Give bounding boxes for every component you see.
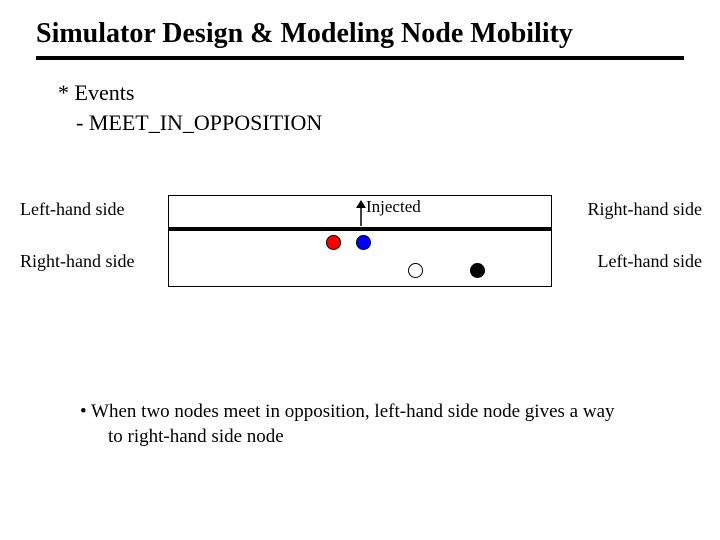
road-center-divider bbox=[168, 227, 552, 231]
event-item: - MEET_IN_OPPOSITION bbox=[58, 108, 720, 138]
road-diagram: Left-hand side Right-hand side Right-han… bbox=[0, 195, 720, 305]
page-title: Simulator Design & Modeling Node Mobilit… bbox=[36, 18, 684, 50]
label-upper-left: Left-hand side bbox=[20, 199, 124, 220]
label-lower-right: Left-hand side bbox=[598, 251, 702, 272]
note-line-1: • When two nodes meet in opposition, lef… bbox=[80, 400, 615, 425]
label-upper-right: Right-hand side bbox=[588, 199, 703, 220]
events-heading: * Events bbox=[58, 78, 720, 108]
explanatory-note: • When two nodes meet in opposition, lef… bbox=[80, 400, 615, 449]
note-line-2: to right-hand side node bbox=[80, 425, 615, 450]
arrow-up-icon bbox=[356, 200, 366, 226]
label-lower-left: Right-hand side bbox=[20, 251, 135, 272]
injected-label: Injected bbox=[366, 197, 421, 217]
